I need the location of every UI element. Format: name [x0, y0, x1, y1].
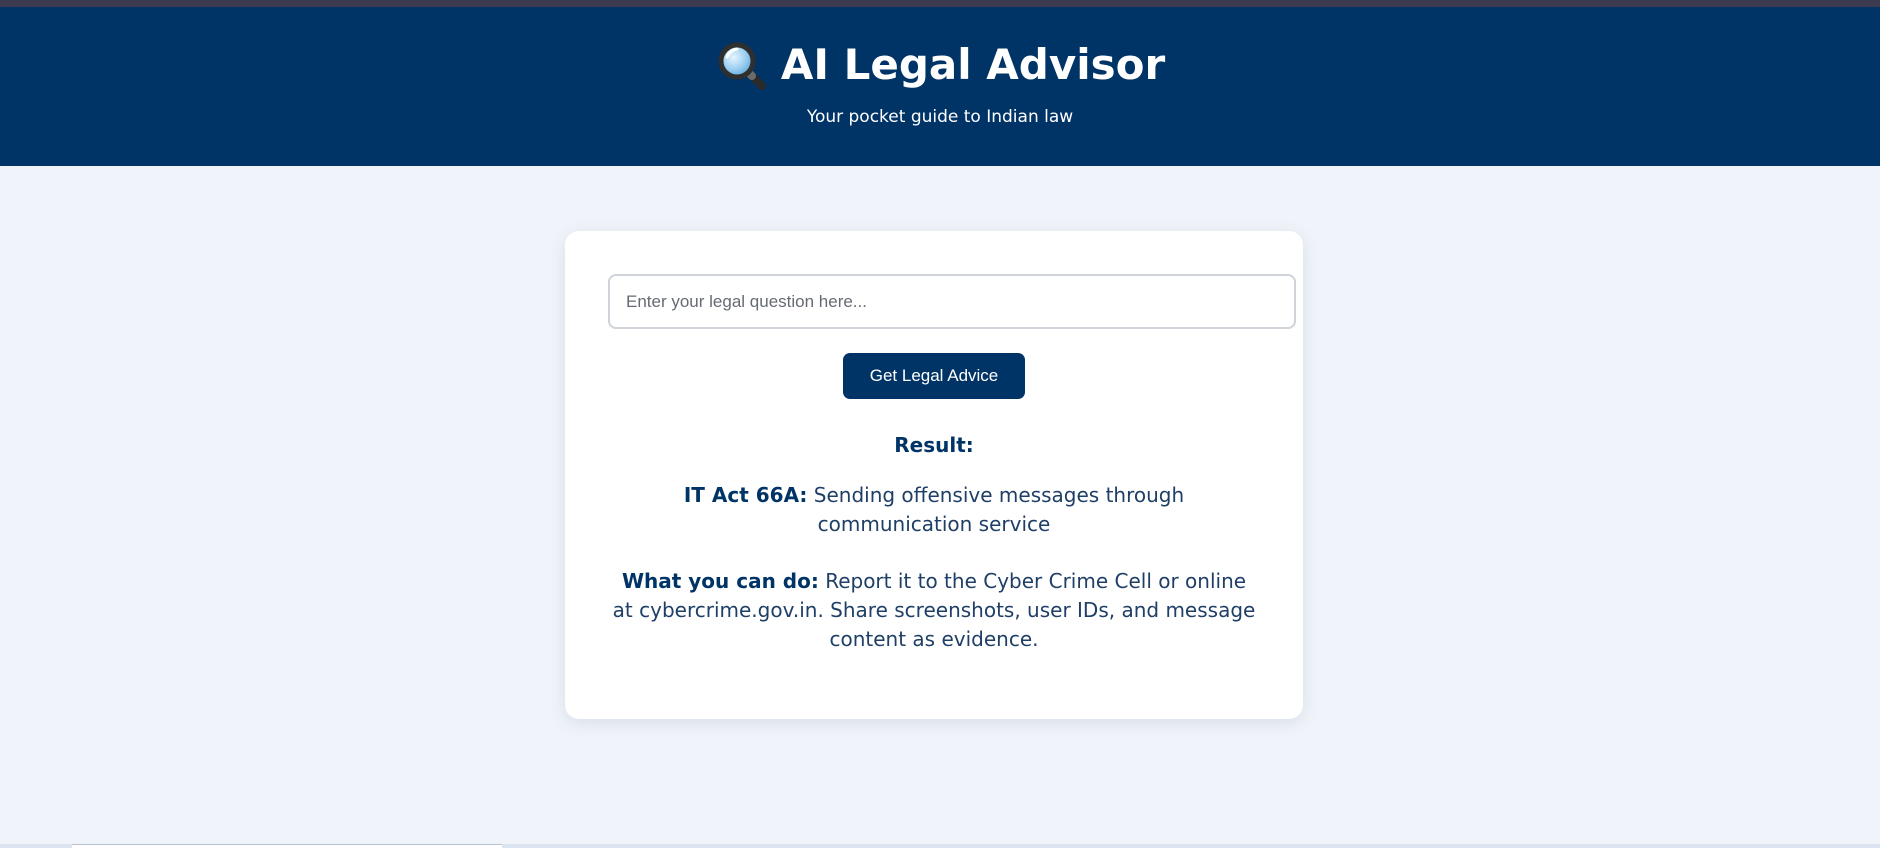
advisor-card: Get Legal Advice Result: IT Act 66A: Sen…: [565, 231, 1303, 719]
title-row: AI Legal Advisor: [0, 33, 1880, 97]
magnifying-glass-icon: [715, 39, 767, 91]
result-action: What you can do: Report it to the Cyber …: [610, 567, 1258, 654]
action-label: What you can do:: [621, 569, 819, 593]
app-header: AI Legal Advisor Your pocket guide to In…: [0, 7, 1880, 166]
result-law: IT Act 66A: Sending offensive messages t…: [610, 481, 1258, 539]
legal-question-input[interactable]: [608, 274, 1296, 329]
result-heading: Result:: [894, 433, 974, 457]
law-label: IT Act 66A:: [683, 483, 808, 507]
get-legal-advice-button[interactable]: Get Legal Advice: [843, 353, 1025, 399]
page-title: AI Legal Advisor: [780, 40, 1166, 89]
page-subtitle: Your pocket guide to Indian law: [806, 107, 1074, 127]
window-top-strip: [0, 0, 1880, 7]
law-text: Sending offensive messages through commu…: [807, 483, 1185, 536]
bottom-edge-tab: [72, 844, 502, 848]
